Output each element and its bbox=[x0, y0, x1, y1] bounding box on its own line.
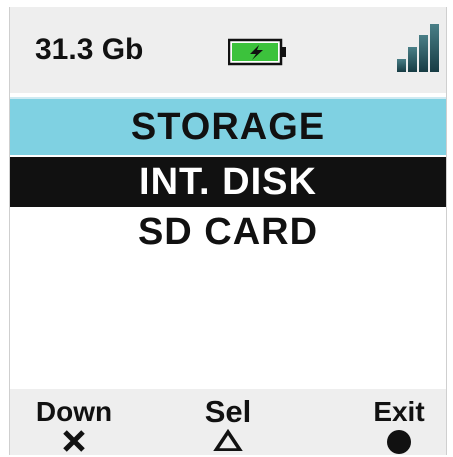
battery-charging-icon bbox=[228, 38, 286, 66]
select-softkey-label: Sel bbox=[204, 394, 252, 429]
exit-softkey-label: Exit bbox=[373, 396, 425, 427]
page-title: STORAGE bbox=[130, 106, 326, 148]
device-screen: 31.3 Gb STORAGE INT. DISK SD CARD Down S… bbox=[9, 7, 447, 455]
status-bar: 31.3 Gb bbox=[10, 7, 446, 93]
select-softkey[interactable]: Sel bbox=[168, 394, 288, 451]
menu-item-sd-card[interactable]: SD CARD bbox=[10, 207, 446, 257]
signal-strength-icon bbox=[397, 24, 439, 72]
softkey-bar: Down Sel Exit bbox=[10, 389, 446, 455]
cross-icon bbox=[63, 430, 85, 452]
menu-item-int-disk[interactable]: INT. DISK bbox=[10, 157, 446, 207]
down-softkey[interactable]: Down bbox=[14, 397, 134, 453]
title-bar: STORAGE bbox=[10, 97, 446, 155]
circle-icon bbox=[387, 430, 411, 454]
triangle-icon bbox=[213, 429, 243, 451]
storage-free-label: 31.3 Gb bbox=[35, 33, 144, 66]
down-softkey-label: Down bbox=[35, 396, 113, 427]
exit-softkey[interactable]: Exit bbox=[339, 396, 446, 455]
